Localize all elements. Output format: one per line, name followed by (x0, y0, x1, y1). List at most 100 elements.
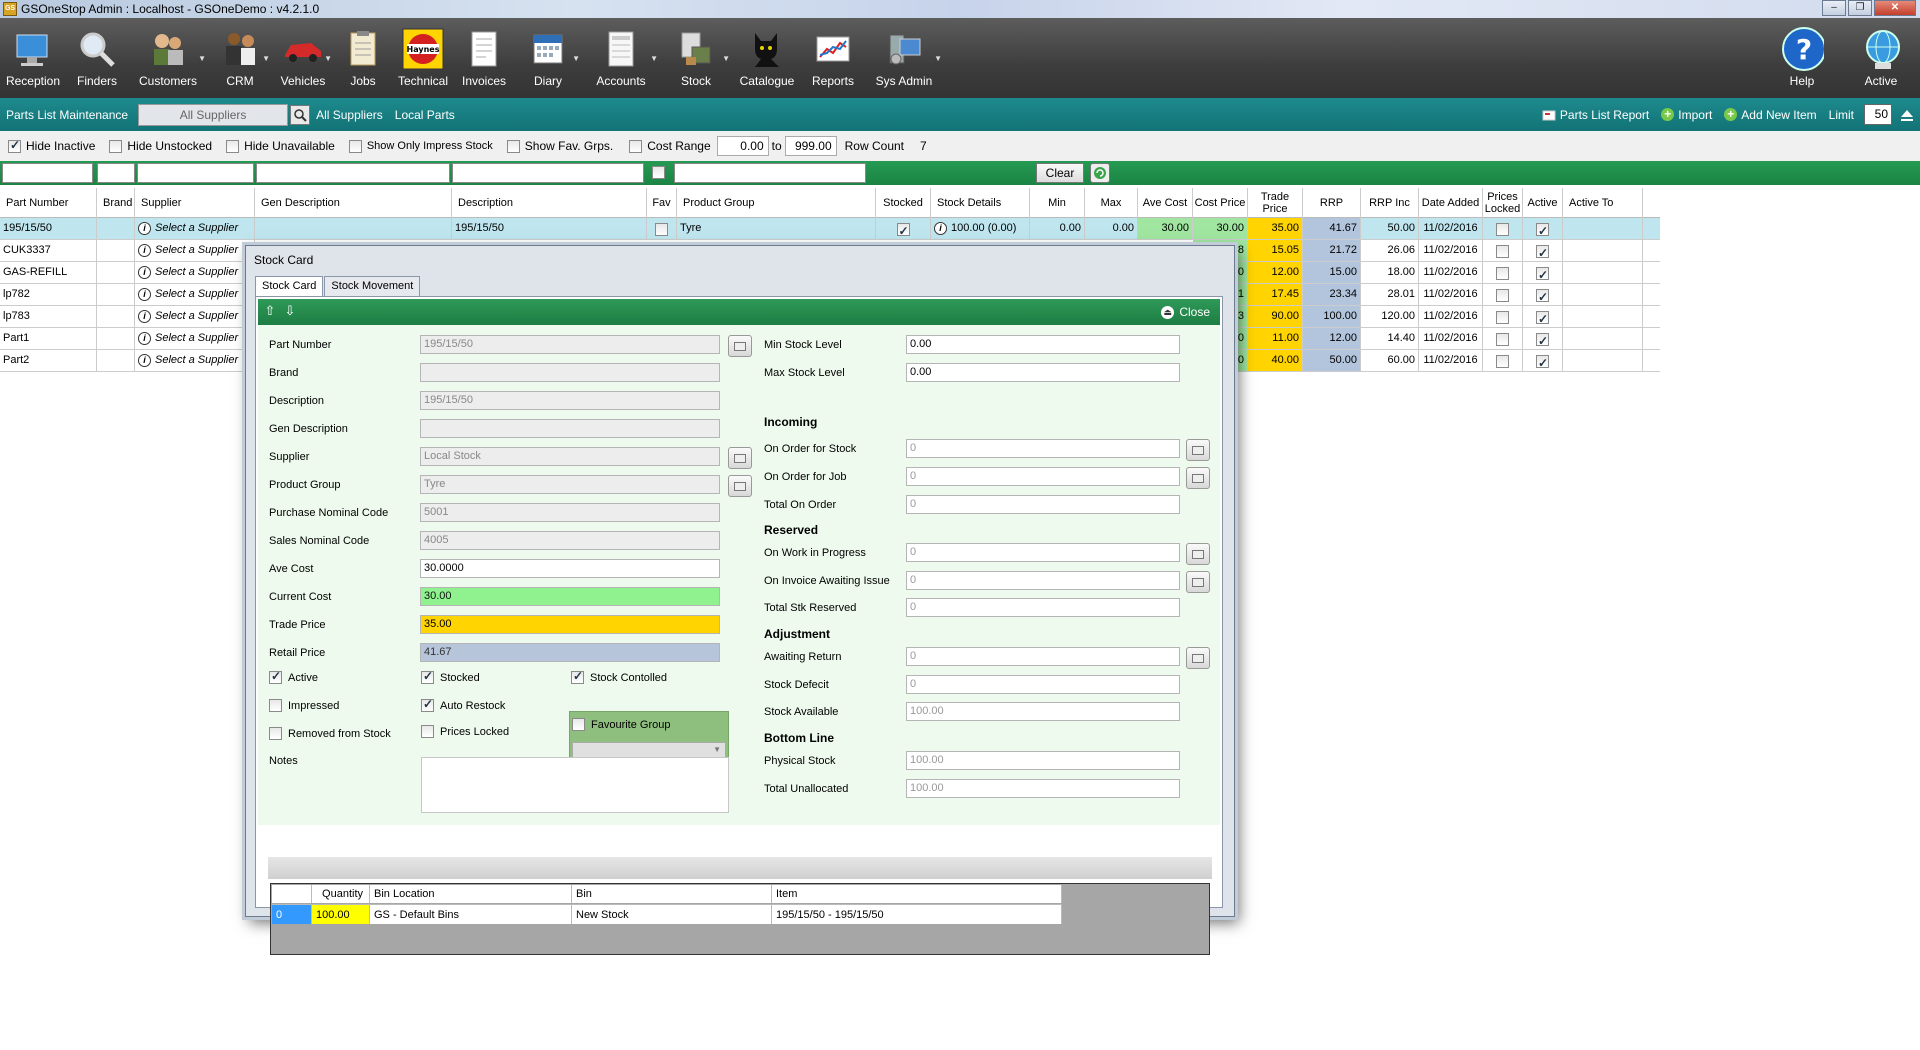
cell-stock-details[interactable]: i 100.00 (0.00) (931, 218, 1030, 239)
toolbar-active-button[interactable]: Active (1846, 18, 1916, 98)
max-stock-level-field[interactable]: 0.00 (906, 363, 1180, 382)
checkbox-unchecked[interactable] (1496, 311, 1509, 325)
min-stock-level-field[interactable]: 0.00 (906, 335, 1180, 354)
checkbox-checked[interactable] (1536, 243, 1549, 261)
cell-part-number[interactable]: 195/15/50 (0, 218, 97, 239)
checkbox-checked[interactable] (1536, 265, 1549, 283)
notes-textarea[interactable] (421, 757, 729, 813)
cell-date-added[interactable]: 11/02/2016 (1419, 262, 1483, 283)
cell-brand[interactable] (97, 284, 135, 305)
cell-supplier[interactable]: i Select a Supplier (135, 284, 255, 305)
cell-active-to[interactable] (1563, 328, 1643, 349)
cell-active[interactable] (1523, 262, 1563, 283)
toolbar-sys-admin-button[interactable]: Sys Admin ▼ (864, 18, 944, 98)
cell-date-added[interactable]: 11/02/2016 (1419, 328, 1483, 349)
gen-description-field[interactable] (420, 419, 720, 438)
eject-icon[interactable] (1900, 108, 1914, 122)
cell-part-number[interactable]: lp783 (0, 306, 97, 327)
cell-prices-locked[interactable] (1483, 284, 1523, 305)
on-wip-field[interactable]: 0 (906, 543, 1180, 562)
cell-min[interactable]: 0.00 (1030, 218, 1085, 239)
cell-trade-price[interactable]: 11.00 (1248, 328, 1303, 349)
cell-active-to[interactable] (1563, 262, 1643, 283)
filter-description-input[interactable] (452, 163, 644, 183)
checkbox-unchecked[interactable] (226, 139, 240, 153)
bin-row-bin[interactable]: New Stock (572, 904, 772, 924)
cell-rrp[interactable]: 50.00 (1303, 350, 1361, 371)
restore-button[interactable]: ❐ (1848, 0, 1872, 16)
column-header-date[interactable]: Date Added (1419, 188, 1483, 218)
impressed-checkbox[interactable]: Impressed (269, 699, 339, 712)
column-header-max[interactable]: Max (1085, 188, 1138, 218)
hide-unstocked-checkbox[interactable]: Hide Unstocked (109, 139, 212, 153)
cell-prices-locked[interactable] (1483, 240, 1523, 261)
cell-part-number[interactable]: GAS-REFILL (0, 262, 97, 283)
checkbox-unchecked[interactable] (269, 699, 282, 712)
filter-fav-checkbox[interactable] (652, 166, 665, 179)
refresh-button[interactable] (1090, 163, 1110, 183)
cell-ave-cost[interactable]: 30.00 (1138, 218, 1193, 239)
cell-description[interactable]: 195/15/50 (452, 218, 647, 239)
checkbox-unchecked[interactable] (348, 139, 362, 153)
column-header-rrpinc[interactable]: RRP Inc (1361, 188, 1419, 218)
column-header-stock[interactable]: Stock Details (931, 188, 1030, 218)
limit-input[interactable]: 50 (1864, 104, 1892, 125)
checkbox-checked[interactable] (269, 669, 282, 684)
info-icon[interactable]: i (138, 265, 151, 279)
cell-supplier[interactable]: i Select a Supplier (135, 306, 255, 327)
removed-from-stock-checkbox[interactable]: Removed from Stock (269, 727, 391, 740)
on-invoice-lookup-button[interactable] (1186, 571, 1210, 593)
cell-stocked[interactable] (876, 218, 931, 239)
checkbox-checked[interactable] (571, 669, 584, 684)
on-order-job-lookup-button[interactable] (1186, 467, 1210, 489)
info-icon[interactable]: i (138, 243, 151, 257)
physical-stock-field[interactable]: 100.00 (906, 751, 1180, 770)
window-close-button[interactable]: ✕ (1874, 0, 1916, 16)
column-header-brand[interactable]: Brand (97, 188, 135, 218)
column-header-locked[interactable]: Prices Locked (1483, 188, 1523, 218)
cell-trade-price[interactable]: 40.00 (1248, 350, 1303, 371)
part-number-field[interactable]: 195/15/50 (420, 335, 720, 354)
checkbox-unchecked[interactable] (1496, 355, 1509, 369)
cost-to-input[interactable]: 999.00 (784, 136, 837, 156)
supplier-search-button[interactable] (290, 104, 311, 125)
checkbox-unchecked[interactable] (1496, 223, 1509, 237)
cell-rrp-inc[interactable]: 26.06 (1361, 240, 1419, 261)
toolbar-catalogue-button[interactable]: Catalogue (732, 18, 802, 98)
add-new-item-button[interactable]: + Add New Item (1718, 108, 1822, 122)
arrow-down-icon[interactable]: ⇩ (282, 303, 298, 319)
toolbar-technical-button[interactable]: Haynes Technical (392, 18, 454, 98)
part-number-lookup-button[interactable] (728, 335, 752, 357)
checkbox-checked[interactable] (421, 669, 434, 684)
cell-rrp[interactable]: 21.72 (1303, 240, 1361, 261)
info-icon[interactable]: i (138, 221, 151, 235)
purchase-nominal-field[interactable]: 5001 (420, 503, 720, 522)
toolbar-jobs-button[interactable]: Jobs (334, 18, 392, 98)
cell-prices-locked[interactable] (1483, 262, 1523, 283)
checkbox-checked[interactable] (1536, 287, 1549, 305)
cost-range-checkbox[interactable]: Cost Range (629, 139, 711, 153)
auto-restock-checkbox[interactable]: Auto Restock (421, 697, 505, 712)
supplier-lookup-button[interactable] (728, 447, 752, 469)
sales-nominal-field[interactable]: 4005 (420, 531, 720, 550)
total-reserved-field[interactable]: 0 (906, 598, 1180, 617)
column-header-supplier[interactable]: Supplier (135, 188, 255, 218)
awaiting-return-field[interactable]: 0 (906, 647, 1180, 666)
cell-date-added[interactable]: 11/02/2016 (1419, 306, 1483, 327)
column-header-cost[interactable]: Cost Price (1193, 188, 1248, 218)
cell-rrp[interactable]: 15.00 (1303, 262, 1361, 283)
cell-gen-description[interactable] (255, 218, 452, 239)
cell-rrp[interactable]: 100.00 (1303, 306, 1361, 327)
cell-product-group[interactable]: Tyre (677, 218, 876, 239)
cell-rrp[interactable]: 23.34 (1303, 284, 1361, 305)
toolbar-finders-button[interactable]: Finders (66, 18, 128, 98)
brand-field[interactable] (420, 363, 720, 382)
cell-date-added[interactable]: 11/02/2016 (1419, 350, 1483, 371)
toolbar-crm-button[interactable]: CRM ▼ (208, 18, 272, 98)
cell-date-added[interactable]: 11/02/2016 (1419, 284, 1483, 305)
cell-prices-locked[interactable] (1483, 328, 1523, 349)
cell-supplier[interactable]: i Select a Supplier (135, 262, 255, 283)
cell-rrp-inc[interactable]: 18.00 (1361, 262, 1419, 283)
cell-active[interactable] (1523, 328, 1563, 349)
cell-brand[interactable] (97, 306, 135, 327)
